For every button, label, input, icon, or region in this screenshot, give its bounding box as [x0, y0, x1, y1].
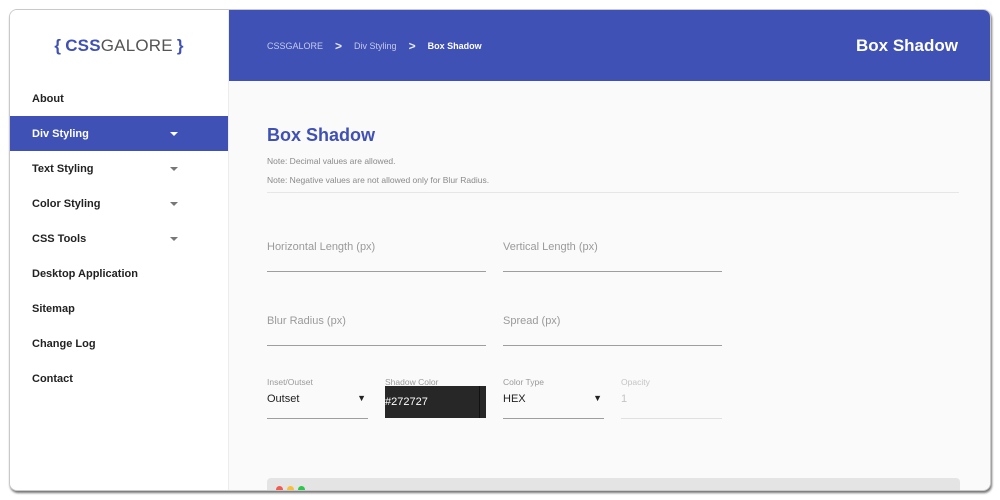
opacity-value: 1: [621, 393, 628, 405]
color-type-value: HEX: [503, 393, 526, 405]
opacity-value-row: 1: [621, 393, 722, 405]
color-type-label: Color Type: [503, 377, 544, 387]
sidebar-item-color-styling[interactable]: Color Styling: [10, 186, 228, 221]
caret-down-icon: [170, 201, 178, 206]
minimize-dot-icon: [287, 486, 294, 490]
sidebar-nav: About Div Styling Text Styling Color Sty…: [10, 81, 228, 396]
sidebar-item-text-styling[interactable]: Text Styling: [10, 151, 228, 186]
sidebar-item-label: Div Styling: [32, 127, 89, 140]
spread-input[interactable]: Spread (px): [503, 311, 722, 346]
breadcrumb-current: Box Shadow: [427, 40, 482, 51]
horizontal-length-placeholder: Horizontal Length (px): [267, 241, 376, 253]
opacity-input[interactable]: Opacity 1: [621, 377, 722, 419]
sidebar-item-label: Contact: [32, 372, 73, 385]
maximize-dot-icon: [298, 486, 305, 490]
sidebar: { CSS GALORE } About Div Styling Text St…: [10, 10, 229, 490]
sidebar-item-change-log[interactable]: Change Log: [10, 326, 228, 361]
logo-open-brace: {: [54, 35, 62, 55]
input-underline: [267, 271, 486, 272]
input-underline: [503, 345, 722, 346]
shadow-color-picker[interactable]: Shadow Color #272727: [385, 377, 486, 419]
main-content: Box Shadow Note: Decimal values are allo…: [229, 81, 990, 490]
sidebar-item-label: Desktop Application: [32, 267, 138, 280]
spread-placeholder: Spread (px): [503, 315, 561, 327]
shadow-color-value: #272727: [385, 396, 428, 408]
input-underline: [503, 271, 722, 272]
sidebar-item-label: About: [32, 92, 64, 105]
input-underline: [267, 418, 368, 419]
swatch-divider: [479, 386, 480, 418]
close-dot-icon: [276, 486, 283, 490]
vertical-length-placeholder: Vertical Length (px): [503, 241, 598, 253]
logo-close-brace: }: [176, 35, 184, 55]
blur-radius-placeholder: Blur Radius (px): [267, 315, 346, 327]
sidebar-item-div-styling[interactable]: Div Styling: [10, 116, 228, 151]
sidebar-item-label: Color Styling: [32, 197, 101, 210]
vertical-length-input[interactable]: Vertical Length (px): [503, 237, 722, 272]
inset-outset-value: Outset: [267, 393, 300, 405]
header-title: Box Shadow: [855, 35, 958, 55]
logo[interactable]: { CSS GALORE }: [10, 10, 228, 81]
input-underline: [267, 345, 486, 346]
input-underline: [621, 418, 722, 419]
dropdown-arrow-icon: ▼: [593, 393, 602, 403]
inset-outset-value-row: Outset ▼: [267, 393, 368, 405]
breadcrumb-div-styling[interactable]: Div Styling: [354, 41, 397, 51]
horizontal-length-input[interactable]: Horizontal Length (px): [267, 237, 486, 272]
app-window: { CSS GALORE } About Div Styling Text St…: [9, 9, 991, 491]
sidebar-item-label: Change Log: [32, 337, 96, 350]
caret-down-icon: [170, 236, 178, 241]
caret-down-icon: [170, 166, 178, 171]
sidebar-item-label: Text Styling: [32, 162, 94, 175]
sidebar-item-label: Sitemap: [32, 302, 75, 315]
logo-css: CSS: [65, 35, 101, 55]
note-decimal: Note: Decimal values are allowed.: [267, 156, 396, 166]
content-area: Box Shadow Note: Decimal values are allo…: [267, 81, 959, 193]
shadow-color-swatch[interactable]: #272727: [385, 386, 486, 418]
dropdown-arrow-icon: ▼: [357, 393, 366, 403]
color-type-select[interactable]: Color Type HEX ▼: [503, 377, 604, 419]
chevron-right-icon: >: [335, 38, 343, 53]
inset-outset-select[interactable]: Inset/Outset Outset ▼: [267, 377, 368, 419]
sidebar-item-about[interactable]: About: [10, 81, 228, 116]
sidebar-item-css-tools[interactable]: CSS Tools: [10, 221, 228, 256]
input-underline: [503, 418, 604, 419]
note-negative: Note: Negative values are not allowed on…: [267, 175, 490, 185]
logo-galore: GALORE: [100, 35, 173, 55]
top-header: CSSGALORE > Div Styling > Box Shadow Box…: [229, 10, 990, 81]
opacity-label: Opacity: [621, 377, 650, 387]
preview-window: [267, 478, 960, 490]
sidebar-item-desktop-application[interactable]: Desktop Application: [10, 256, 228, 291]
color-type-value-row: HEX ▼: [503, 393, 604, 405]
chevron-right-icon: >: [408, 38, 416, 53]
blur-radius-input[interactable]: Blur Radius (px): [267, 311, 486, 346]
inset-outset-label: Inset/Outset: [267, 377, 313, 387]
breadcrumb: CSSGALORE > Div Styling > Box Shadow: [267, 39, 482, 53]
sidebar-item-sitemap[interactable]: Sitemap: [10, 291, 228, 326]
breadcrumb-home[interactable]: CSSGALORE: [267, 41, 323, 51]
page-title: Box Shadow: [267, 125, 376, 145]
caret-down-icon: [170, 131, 178, 136]
sidebar-item-label: CSS Tools: [32, 232, 87, 245]
divider: [267, 192, 959, 193]
sidebar-item-contact[interactable]: Contact: [10, 361, 228, 396]
